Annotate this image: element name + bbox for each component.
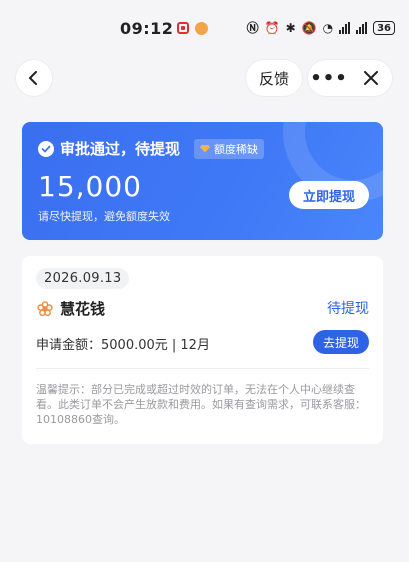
notification-avatar-icon [195,21,209,35]
quota-badge: 额度稀缺 [194,138,265,159]
order-card: 2026.09.13 慧花钱 待提现 申请金额：5000.00元 | 12月 去… [22,256,383,444]
status-time: 09:12 [120,18,174,38]
withdraw-now-button[interactable]: 立即提现 [289,181,369,209]
bluetooth-icon: ✱ [285,21,296,35]
top-nav: 反馈 ••• [0,60,409,100]
quota-badge-text: 额度稀缺 [214,142,259,156]
signal-icon-2 [356,22,368,34]
check-icon [38,140,54,157]
credit-subtitle: 请尽快提现，避免额度失效 [38,210,170,223]
credit-amount: 15,000 [38,170,142,203]
wifi-icon: ◔ [322,21,334,35]
close-icon [364,71,378,85]
miniapp-capsule: ••• [308,60,392,96]
approval-status-text: 审批通过，待提现 [60,140,181,158]
order-status: 待提现 [327,301,369,317]
product-row: 慧花钱 [36,298,105,319]
feedback-button[interactable]: 反馈 [246,60,302,96]
nfc-icon: Ⓝ [246,21,259,35]
flower-icon [37,300,53,316]
more-button[interactable]: ••• [308,60,350,96]
status-bar: 09:12 Ⓝ ⏰ ✱ 🔕 ◔ 36 [0,0,409,56]
signal-icon [339,22,351,34]
battery-indicator: 36 [373,21,395,35]
warm-tip: 温馨提示：部分已完成或超过时效的订单，无法在个人中心继续查看。此类订单不会产生放… [36,383,366,426]
go-withdraw-button[interactable]: 去提现 [313,330,369,354]
product-name: 慧花钱 [60,300,106,318]
page: 09:12 Ⓝ ⏰ ✱ 🔕 ◔ 36 反馈 ••• 审批通过，待提现 额度稀缺 … [0,0,409,562]
back-icon [29,71,37,85]
diamond-icon [200,144,211,153]
alarm-icon: ⏰ [264,21,280,35]
back-button[interactable] [16,60,52,96]
mute-icon: 🔕 [301,21,317,35]
approval-status: 审批通过，待提现 额度稀缺 [38,138,265,159]
notification-app-icon [177,22,190,34]
approval-card: 审批通过，待提现 额度稀缺 15,000 请尽快提现，避免额度失效 立即提现 [22,122,383,240]
close-button[interactable] [350,60,392,96]
order-date: 2026.09.13 [36,268,130,289]
apply-amount-info: 申请金额：5000.00元 | 12月 [36,338,210,353]
status-icons: Ⓝ ⏰ ✱ 🔕 ◔ 36 [247,21,395,35]
divider [36,368,369,369]
